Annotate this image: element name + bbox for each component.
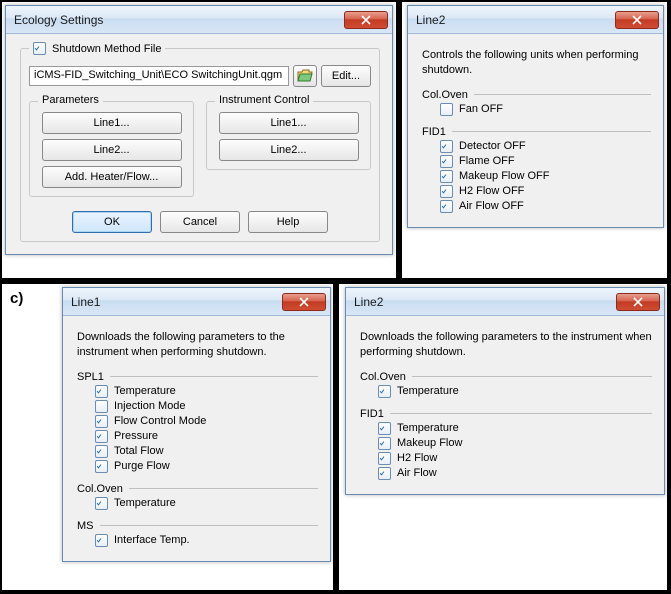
section-label: Col.Oven (422, 89, 468, 101)
checkbox-label: Temperature (397, 385, 459, 397)
close-icon (361, 15, 371, 25)
annotation-c: c) (10, 290, 23, 307)
checkbox-label: Air Flow OFF (459, 200, 524, 212)
injection-mode-checkbox[interactable] (95, 400, 108, 413)
flow-control-mode-checkbox[interactable] (95, 415, 108, 428)
method-file-input[interactable]: iCMS-FID_Switching_Unit\ECO SwitchingUni… (29, 66, 289, 86)
dialog-title: Ecology Settings (14, 13, 344, 27)
panel-b: b) Line2 Controls the following units wh… (400, 0, 669, 280)
dialog-title: Line1 (71, 295, 282, 309)
shutdown-method-checkbox[interactable] (33, 42, 46, 55)
panel-d: d) Line2 Downloads the following paramet… (337, 282, 669, 592)
pressure-checkbox[interactable] (95, 430, 108, 443)
h2-flow-checkbox[interactable] (378, 452, 391, 465)
total-flow-checkbox[interactable] (95, 445, 108, 458)
dialog-params-line2: Line2 Downloads the following parameters… (345, 287, 665, 495)
parameters-legend: Parameters (38, 94, 103, 106)
description-text: Downloads the following parameters to th… (360, 330, 652, 361)
checkbox-label: Temperature (114, 497, 176, 509)
h2-flow-off-checkbox[interactable] (440, 185, 453, 198)
instr-line1-button[interactable]: Line1... (219, 112, 359, 134)
close-icon (633, 297, 643, 307)
makeup-flow-off-checkbox[interactable] (440, 170, 453, 183)
titlebar: Line2 (346, 288, 664, 316)
panel-a: a) Ecology Settings Shutdown Method File… (0, 0, 398, 280)
checkbox-label: Purge Flow (114, 460, 170, 472)
section-col-oven: Col.Oven (422, 89, 651, 101)
checkbox-label: Detector OFF (459, 140, 526, 152)
instrument-control-legend: Instrument Control (215, 94, 313, 106)
checkbox-label: Interface Temp. (114, 534, 190, 546)
params-add-heater-flow-button[interactable]: Add. Heater/Flow... (42, 166, 182, 188)
close-button[interactable] (616, 293, 660, 311)
dialog-title: Line2 (416, 13, 615, 27)
checkbox-label: Fan OFF (459, 103, 503, 115)
section-fid1: FID1 (360, 408, 652, 420)
checkbox-label: H2 Flow (397, 452, 437, 464)
shutdown-method-group: Shutdown Method File iCMS-FID_Switching_… (20, 48, 380, 242)
checkbox-label: Flame OFF (459, 155, 515, 167)
titlebar: Ecology Settings (6, 6, 392, 34)
folder-open-icon (297, 69, 313, 83)
titlebar: Line2 (408, 6, 663, 34)
section-label: FID1 (360, 408, 384, 420)
close-button[interactable] (615, 11, 659, 29)
dialog-params-line1: Line1 Downloads the following parameters… (62, 287, 331, 562)
checkbox-label: Temperature (397, 422, 459, 434)
checkbox-label: Total Flow (114, 445, 164, 457)
params-line2-button[interactable]: Line2... (42, 139, 182, 161)
help-button[interactable]: Help (248, 211, 328, 233)
section-ms: MS (77, 520, 318, 532)
parameters-group: Parameters Line1... Line2... Add. Heater… (29, 101, 194, 197)
ok-button[interactable]: OK (72, 211, 152, 233)
cancel-button[interactable]: Cancel (160, 211, 240, 233)
checkbox-label: Temperature (114, 385, 176, 397)
section-label: MS (77, 520, 94, 532)
section-col-oven: Col.Oven (77, 483, 318, 495)
dialog-instrument-line2: Line2 Controls the following units when … (407, 5, 664, 228)
air-flow-checkbox[interactable] (378, 467, 391, 480)
browse-button[interactable] (293, 65, 317, 87)
checkbox-label: H2 Flow OFF (459, 185, 524, 197)
close-icon (632, 15, 642, 25)
instr-line2-button[interactable]: Line2... (219, 139, 359, 161)
checkbox-label: Pressure (114, 430, 158, 442)
shutdown-method-label: Shutdown Method File (52, 43, 161, 55)
air-flow-off-checkbox[interactable] (440, 200, 453, 213)
close-button[interactable] (282, 293, 326, 311)
params-line1-button[interactable]: Line1... (42, 112, 182, 134)
temperature-checkbox[interactable] (95, 385, 108, 398)
close-icon (299, 297, 309, 307)
purge-flow-checkbox[interactable] (95, 460, 108, 473)
checkbox-label: Makeup Flow OFF (459, 170, 549, 182)
fan-off-checkbox[interactable] (440, 103, 453, 116)
interface-temp-checkbox[interactable] (95, 534, 108, 547)
close-button[interactable] (344, 11, 388, 29)
instrument-control-group: Instrument Control Line1... Line2... (206, 101, 371, 170)
section-col-oven: Col.Oven (360, 371, 652, 383)
titlebar: Line1 (63, 288, 330, 316)
makeup-flow-checkbox[interactable] (378, 437, 391, 450)
checkbox-label: Makeup Flow (397, 437, 462, 449)
section-label: Col.Oven (77, 483, 123, 495)
description-text: Controls the following units when perfor… (422, 48, 651, 79)
detector-off-checkbox[interactable] (440, 140, 453, 153)
section-fid1: FID1 (422, 126, 651, 138)
section-label: Col.Oven (360, 371, 406, 383)
flame-off-checkbox[interactable] (440, 155, 453, 168)
coloven-temperature-checkbox[interactable] (95, 497, 108, 510)
description-text: Downloads the following parameters to th… (77, 330, 318, 361)
fid-temperature-checkbox[interactable] (378, 422, 391, 435)
edit-button[interactable]: Edit... (321, 65, 371, 87)
section-label: SPL1 (77, 371, 104, 383)
checkbox-label: Air Flow (397, 467, 437, 479)
section-label: FID1 (422, 126, 446, 138)
panel-c: c) Line1 Downloads the following paramet… (0, 282, 335, 592)
checkbox-label: Injection Mode (114, 400, 186, 412)
dialog-title: Line2 (354, 295, 616, 309)
coloven-temperature-checkbox[interactable] (378, 385, 391, 398)
checkbox-label: Flow Control Mode (114, 415, 206, 427)
section-spl1: SPL1 (77, 371, 318, 383)
dialog-ecology-settings: Ecology Settings Shutdown Method File iC… (5, 5, 393, 255)
